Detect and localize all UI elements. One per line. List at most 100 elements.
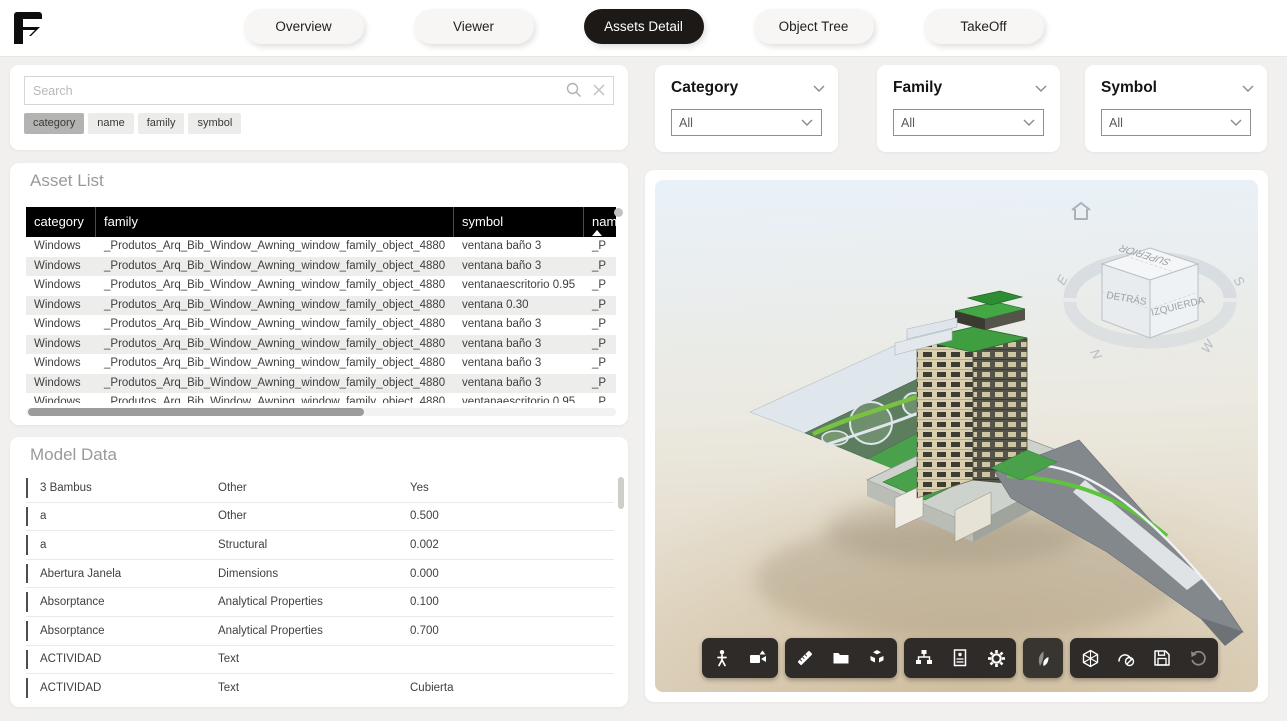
- search-icon[interactable]: [565, 81, 583, 99]
- asset-horizontal-scroll-thumb[interactable]: [28, 408, 364, 416]
- camera-interactions-icon[interactable]: [741, 641, 775, 675]
- model-data-cell: 0.002: [410, 539, 614, 551]
- table-row[interactable]: Windows_Produtos_Arq_Bib_Window_Awning_w…: [26, 257, 616, 277]
- column-header-category[interactable]: category: [26, 207, 96, 237]
- model-data-cell: a: [26, 510, 218, 522]
- category-select[interactable]: All: [671, 109, 822, 136]
- table-cell: Windows: [26, 374, 96, 394]
- table-cell: Windows: [26, 276, 96, 296]
- asset-horizontal-scroll-track[interactable]: [26, 408, 616, 416]
- model-data-row[interactable]: AbsorptanceAnalytical Properties0.100: [26, 588, 614, 617]
- chip-name[interactable]: name: [88, 113, 134, 134]
- tab-assets-detail[interactable]: Assets Detail: [584, 9, 704, 44]
- table-row[interactable]: Windows_Produtos_Arq_Bib_Window_Awning_w…: [26, 374, 616, 394]
- viewer-panel: E S N W SUPERIOR DETRÁS IZQUIERDA: [645, 170, 1268, 702]
- app-logo-icon[interactable]: [9, 8, 49, 48]
- save-icon[interactable]: [1145, 641, 1179, 675]
- table-cell: _Produtos_Arq_Bib_Window_Awning_window_f…: [96, 296, 454, 316]
- model-data-row[interactable]: ACTIVIDADTextCubierta: [26, 674, 614, 701]
- filter-card-symbol: Symbol All: [1085, 65, 1267, 152]
- folder-icon[interactable]: [824, 641, 858, 675]
- model-data-row[interactable]: 3 BambusOtherYes: [26, 474, 614, 503]
- tab-takeoff[interactable]: TakeOff: [924, 9, 1044, 44]
- undo-icon[interactable]: [1181, 641, 1215, 675]
- model-vertical-scroll-thumb[interactable]: [618, 477, 624, 509]
- table-cell: _Produtos_Arq_Bib_Window_Awning_window_f…: [96, 257, 454, 277]
- view-cube[interactable]: E S N W SUPERIOR DETRÁS IZQUIERDA: [1050, 220, 1250, 370]
- model-browser-icon[interactable]: [907, 641, 941, 675]
- asset-table-header: category family symbol name: [26, 207, 616, 237]
- table-cell: ventana baño 3: [454, 257, 584, 277]
- model-data-cell: Dimensions: [218, 568, 410, 580]
- table-cell: ventana baño 3: [454, 374, 584, 394]
- chevron-down-icon[interactable]: [1241, 84, 1255, 93]
- model-data-row[interactable]: aStructural0.002: [26, 531, 614, 560]
- model-data-row[interactable]: aOther0.500: [26, 503, 614, 532]
- model-data-cell: Other: [218, 510, 410, 522]
- viewer-viewport[interactable]: E S N W SUPERIOR DETRÁS IZQUIERDA: [655, 180, 1258, 692]
- model-data-cell: a: [26, 539, 218, 551]
- column-header-name-label: name: [592, 214, 616, 229]
- asset-table-body: Windows_Produtos_Arq_Bib_Window_Awning_w…: [26, 237, 616, 403]
- chevron-down-icon[interactable]: [1034, 84, 1048, 93]
- tab-viewer[interactable]: Viewer: [414, 9, 534, 44]
- filter-title-family[interactable]: Family: [893, 79, 1048, 97]
- filter-title-label: Symbol: [1101, 79, 1157, 97]
- table-row[interactable]: Windows_Produtos_Arq_Bib_Window_Awning_w…: [26, 276, 616, 296]
- table-row[interactable]: Windows_Produtos_Arq_Bib_Window_Awning_w…: [26, 315, 616, 335]
- measure-icon[interactable]: [788, 641, 822, 675]
- toolbar-group-brand: [1023, 638, 1063, 678]
- model-data-cell: Analytical Properties: [218, 625, 410, 637]
- table-row[interactable]: Windows_Produtos_Arq_Bib_Window_Awning_w…: [26, 354, 616, 374]
- table-cell: Windows: [26, 335, 96, 355]
- table-cell: Windows: [26, 315, 96, 335]
- table-cell: ventana baño 3: [454, 315, 584, 335]
- settings-gear-icon[interactable]: [979, 641, 1013, 675]
- chip-symbol[interactable]: symbol: [188, 113, 241, 134]
- model-data-cell: 3 Bambus: [26, 482, 218, 494]
- toolbar-group-model: [904, 638, 1016, 678]
- home-view-icon[interactable]: [1069, 200, 1093, 222]
- explode-model-icon[interactable]: [860, 641, 894, 675]
- table-cell: _P: [584, 374, 616, 394]
- model-data-cell: Cubierta: [410, 682, 614, 694]
- table-row[interactable]: Windows_Produtos_Arq_Bib_Window_Awning_w…: [26, 393, 616, 403]
- search-input[interactable]: [24, 76, 614, 105]
- chevron-down-icon[interactable]: [812, 84, 826, 93]
- table-row[interactable]: Windows_Produtos_Arq_Bib_Window_Awning_w…: [26, 296, 616, 316]
- model-data-row[interactable]: AbsorptanceAnalytical Properties0.700: [26, 617, 614, 646]
- geometry-icon[interactable]: [1073, 641, 1107, 675]
- table-cell: _Produtos_Arq_Bib_Window_Awning_window_f…: [96, 393, 454, 403]
- table-cell: _P: [584, 237, 616, 257]
- column-header-name[interactable]: name: [584, 207, 616, 237]
- clear-icon[interactable]: [590, 81, 608, 99]
- table-row[interactable]: Windows_Produtos_Arq_Bib_Window_Awning_w…: [26, 335, 616, 355]
- search-field-chips: category name family symbol: [24, 113, 241, 134]
- filter-title-symbol[interactable]: Symbol: [1101, 79, 1255, 97]
- symbol-select[interactable]: All: [1101, 109, 1251, 136]
- table-cell: ventanaescritorio 0.95: [454, 393, 584, 403]
- column-header-family[interactable]: family: [96, 207, 454, 237]
- table-cell: _P: [584, 393, 616, 403]
- toolbar-group-tools: [785, 638, 897, 678]
- chip-category[interactable]: category: [24, 113, 84, 134]
- symbol-select-value: All: [1109, 116, 1123, 130]
- properties-icon[interactable]: [943, 641, 977, 675]
- table-row[interactable]: Windows_Produtos_Arq_Bib_Window_Awning_w…: [26, 237, 616, 257]
- model-data-cell: 0.000: [410, 568, 614, 580]
- brand-tool-icon[interactable]: [1026, 641, 1060, 675]
- first-person-walk-icon[interactable]: [705, 641, 739, 675]
- asset-vertical-scrollbar[interactable]: [614, 208, 623, 217]
- chip-family[interactable]: family: [138, 113, 185, 134]
- table-cell: _Produtos_Arq_Bib_Window_Awning_window_f…: [96, 354, 454, 374]
- model-data-row[interactable]: ACTIVIDADText: [26, 646, 614, 675]
- filter-title-category[interactable]: Category: [671, 79, 826, 97]
- column-header-symbol[interactable]: symbol: [454, 207, 584, 237]
- model-data-row[interactable]: Abertura JanelaDimensions0.000: [26, 560, 614, 589]
- cloud-off-icon[interactable]: [1109, 641, 1143, 675]
- tab-overview[interactable]: Overview: [244, 9, 364, 44]
- family-select[interactable]: All: [893, 109, 1044, 136]
- model-data-cell: Abertura Janela: [26, 568, 218, 580]
- top-navigation-bar: Overview Viewer Assets Detail Object Tre…: [0, 0, 1287, 57]
- tab-object-tree[interactable]: Object Tree: [754, 9, 874, 44]
